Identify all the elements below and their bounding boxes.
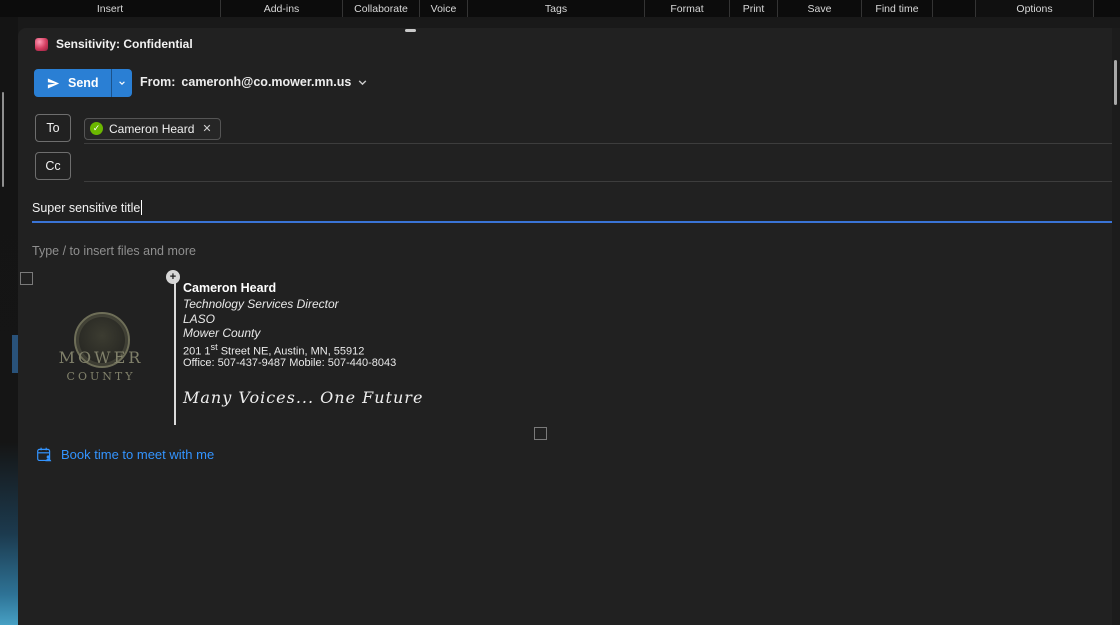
compose-panel: Sensitivity: Confidential Send From: cam… (18, 28, 1120, 625)
signature-job-title: Technology Services Director (183, 297, 339, 311)
send-button-label: Send (68, 76, 99, 90)
menu-item-label: Options (1016, 2, 1053, 15)
menu-item-voice[interactable]: Voice (420, 0, 468, 17)
text-caret (141, 200, 143, 215)
sensitivity-label: Sensitivity: Confidential (56, 37, 193, 51)
menubar-spacer (933, 0, 975, 17)
menu-item-label: Tags (544, 2, 568, 15)
menu-item-find-time[interactable]: Find time (862, 0, 933, 17)
menu-item-label: Find time (875, 2, 919, 15)
right-scrollbar[interactable] (1112, 28, 1120, 625)
menu-item-print[interactable]: Print (730, 0, 778, 17)
signature-divider (174, 278, 176, 425)
cc-input[interactable] (84, 152, 1120, 182)
left-edge-strip (0, 17, 18, 625)
recipient-name: Cameron Heard (109, 121, 195, 136)
chevron-down-icon (118, 81, 125, 85)
menu-item-tags[interactable]: Tags (468, 0, 645, 17)
signature-name: Cameron Heard (183, 281, 277, 295)
sensitivity-icon (35, 37, 48, 51)
signature-tagline: Many Voices... One Future (183, 388, 424, 407)
address-ordinal: st (210, 342, 218, 352)
menu-item-label: Save (807, 2, 832, 15)
left-scrollbar-thumb[interactable] (2, 92, 4, 187)
menu-item-label: Collaborate (354, 2, 408, 15)
add-content-button[interactable]: + (166, 270, 180, 284)
menu-item-insert[interactable]: Insert (0, 0, 221, 17)
body-placeholder: Type / to insert files and more (32, 244, 196, 258)
send-options-dropdown[interactable] (110, 69, 132, 97)
menu-item-label: Format (670, 2, 704, 15)
signature-address: 201 1st Street NE, Austin, MN, 55912 (183, 342, 364, 358)
book-time-label: Book time to meet with me (61, 447, 215, 462)
menubar-end-spacer (1094, 0, 1120, 17)
sensitivity-row: Sensitivity: Confidential (35, 37, 193, 51)
selection-handle-top-left[interactable] (20, 272, 33, 285)
menu-item-label: Print (742, 2, 765, 15)
menu-item-label: Add-ins (263, 2, 300, 15)
app-window: Insert Add-ins Collaborate Voice Tags Fo… (0, 0, 1120, 625)
send-split-button: Send (34, 69, 132, 97)
menu-item-collaborate[interactable]: Collaborate (343, 0, 420, 17)
menu-item-label: Voice (430, 2, 457, 15)
signature-phones: Office: 507-437-9487 Mobile: 507-440-804… (183, 357, 397, 369)
menu-item-format[interactable]: Format (645, 0, 730, 17)
subject-value: Super sensitive title (32, 200, 141, 215)
subject-field[interactable]: Super sensitive title (32, 194, 1120, 223)
menubar: Insert Add-ins Collaborate Voice Tags Fo… (0, 0, 1120, 17)
presence-available-icon: ✓ (90, 122, 103, 135)
signature-org2: Mower County (183, 326, 261, 340)
address-rest: Street NE, Austin, MN, 55912 (217, 345, 365, 358)
signature-org1: LASO (183, 312, 216, 326)
selection-handle-bottom[interactable] (534, 427, 547, 440)
logo-text-mower: MOWER (58, 348, 144, 367)
right-scrollbar-thumb[interactable] (1114, 60, 1117, 105)
menu-item-options[interactable]: Options (975, 0, 1094, 17)
top-handle (405, 29, 416, 32)
recipient-chip[interactable]: ✓ Cameron Heard ✕ (84, 117, 221, 140)
from-label: From: (140, 75, 176, 89)
send-icon (47, 78, 60, 88)
to-button[interactable]: To (35, 114, 71, 142)
menu-item-label: Insert (96, 2, 124, 15)
from-address: cameronh@co.mower.mn.us (181, 75, 352, 89)
logo-text-county: COUNTY (66, 370, 136, 383)
menu-item-save[interactable]: Save (778, 0, 862, 17)
send-button[interactable]: Send (34, 69, 111, 97)
from-selector[interactable]: From: cameronh@co.mower.mn.us (140, 75, 368, 89)
chevron-down-icon (358, 79, 367, 85)
menu-item-add-ins[interactable]: Add-ins (221, 0, 343, 17)
calendar-person-icon (37, 447, 52, 462)
address-prefix: 201 1 (183, 345, 211, 358)
remove-recipient-button[interactable]: ✕ (200, 122, 213, 135)
cc-button[interactable]: Cc (35, 152, 71, 180)
to-input[interactable]: ✓ Cameron Heard ✕ (84, 114, 1120, 144)
book-time-link[interactable]: Book time to meet with me (36, 446, 214, 463)
